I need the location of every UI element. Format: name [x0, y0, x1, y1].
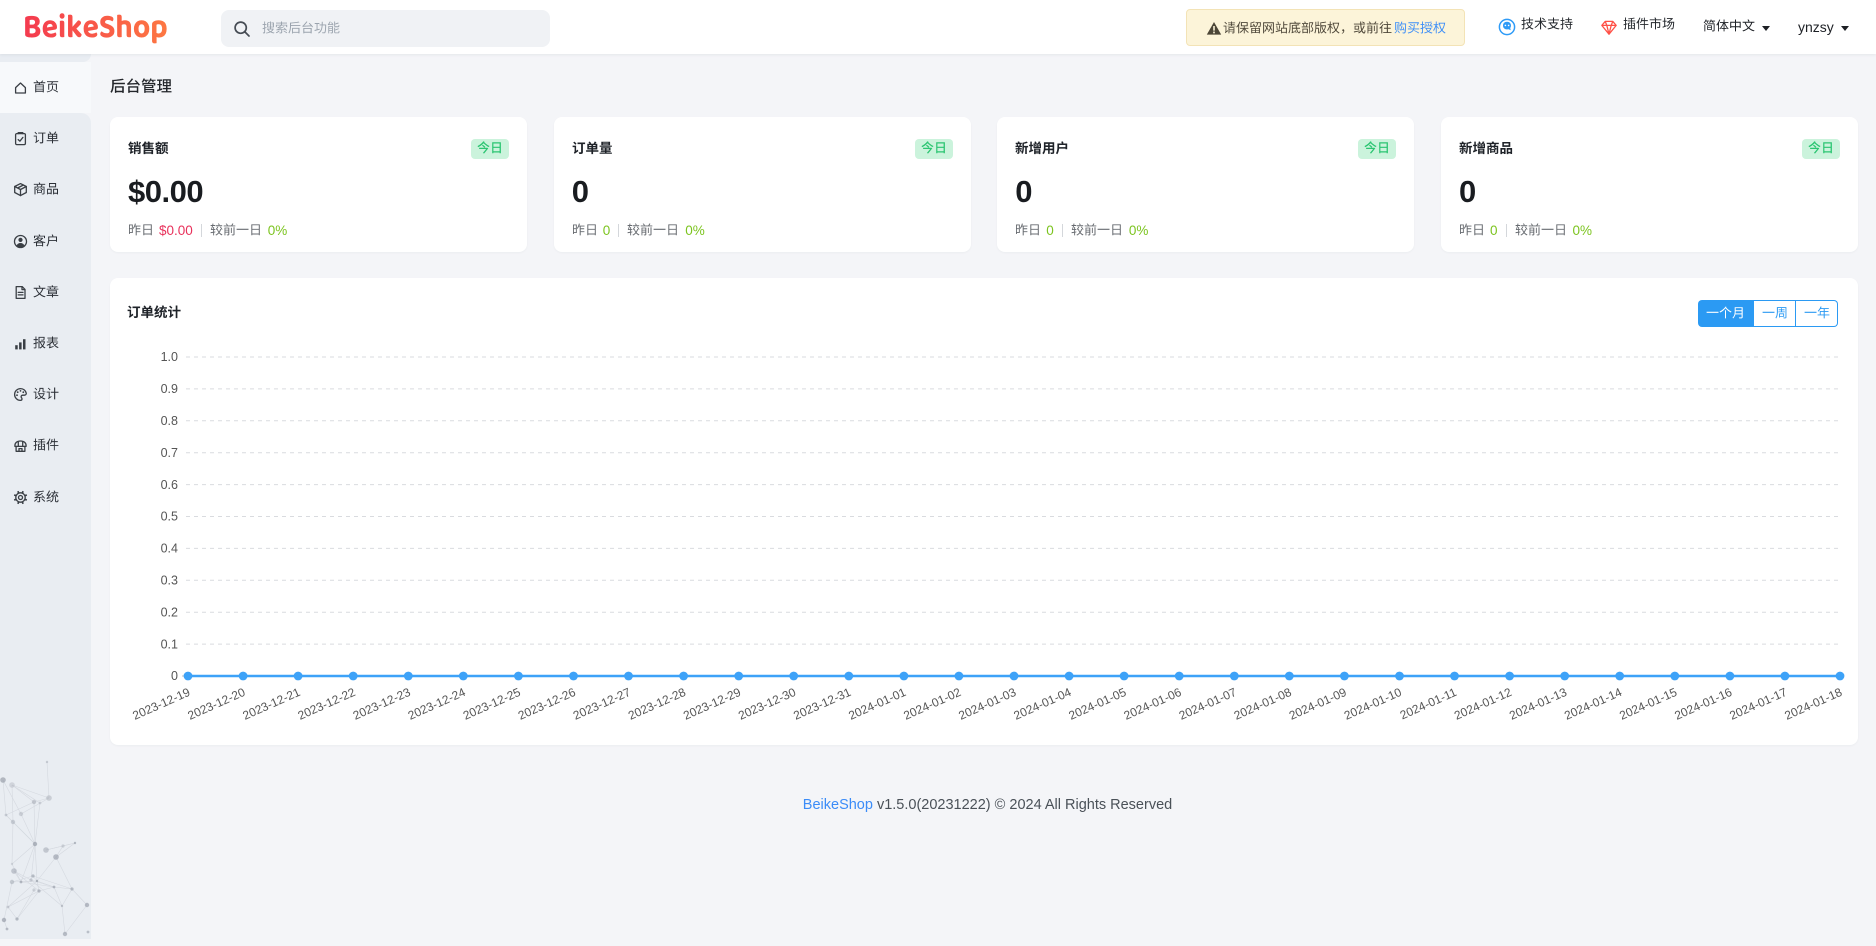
- svg-text:2023-12-23: 2023-12-23: [351, 685, 413, 723]
- svg-text:0.7: 0.7: [161, 446, 178, 460]
- svg-text:2024-01-04: 2024-01-04: [1012, 685, 1074, 723]
- svg-text:2023-12-28: 2023-12-28: [626, 685, 688, 723]
- svg-text:0.4: 0.4: [161, 542, 178, 556]
- svg-text:2023-12-26: 2023-12-26: [516, 685, 578, 723]
- svg-text:2024-01-02: 2024-01-02: [901, 685, 963, 723]
- svg-text:2023-12-27: 2023-12-27: [571, 685, 633, 723]
- svg-text:2023-12-20: 2023-12-20: [186, 685, 248, 723]
- svg-text:2023-12-24: 2023-12-24: [406, 685, 468, 723]
- svg-text:2024-01-12: 2024-01-12: [1452, 685, 1514, 723]
- svg-text:2024-01-01: 2024-01-01: [846, 685, 908, 723]
- svg-text:2024-01-06: 2024-01-06: [1122, 685, 1184, 723]
- svg-text:2024-01-08: 2024-01-08: [1232, 685, 1294, 723]
- svg-text:0.2: 0.2: [161, 605, 178, 619]
- svg-text:0.3: 0.3: [161, 574, 178, 588]
- svg-text:2024-01-03: 2024-01-03: [956, 685, 1018, 723]
- svg-text:2024-01-11: 2024-01-11: [1398, 685, 1459, 723]
- svg-text:2024-01-16: 2024-01-16: [1672, 685, 1734, 723]
- svg-text:2024-01-13: 2024-01-13: [1507, 685, 1569, 723]
- svg-text:2024-01-09: 2024-01-09: [1287, 685, 1349, 723]
- svg-text:0.9: 0.9: [161, 382, 178, 396]
- svg-text:0.1: 0.1: [161, 637, 178, 651]
- svg-text:2024-01-18: 2024-01-18: [1782, 685, 1844, 723]
- svg-text:1.0: 1.0: [161, 350, 178, 364]
- svg-text:2024-01-07: 2024-01-07: [1177, 685, 1239, 723]
- svg-text:2023-12-31: 2023-12-31: [791, 685, 853, 723]
- svg-text:2023-12-19: 2023-12-19: [130, 685, 192, 723]
- svg-text:2023-12-30: 2023-12-30: [736, 685, 798, 723]
- svg-text:2024-01-10: 2024-01-10: [1342, 685, 1404, 723]
- svg-text:2024-01-05: 2024-01-05: [1067, 685, 1129, 723]
- svg-text:0.5: 0.5: [161, 510, 178, 524]
- svg-text:0: 0: [171, 669, 178, 683]
- svg-text:2024-01-14: 2024-01-14: [1562, 685, 1624, 723]
- svg-text:0.8: 0.8: [161, 414, 178, 428]
- svg-text:2023-12-29: 2023-12-29: [681, 685, 743, 723]
- svg-text:2023-12-21: 2023-12-21: [241, 685, 303, 723]
- svg-text:2024-01-17: 2024-01-17: [1727, 685, 1789, 723]
- svg-text:2023-12-25: 2023-12-25: [461, 685, 523, 723]
- svg-text:2023-12-22: 2023-12-22: [296, 685, 358, 723]
- svg-text:2024-01-15: 2024-01-15: [1617, 685, 1679, 723]
- svg-text:0.6: 0.6: [161, 478, 178, 492]
